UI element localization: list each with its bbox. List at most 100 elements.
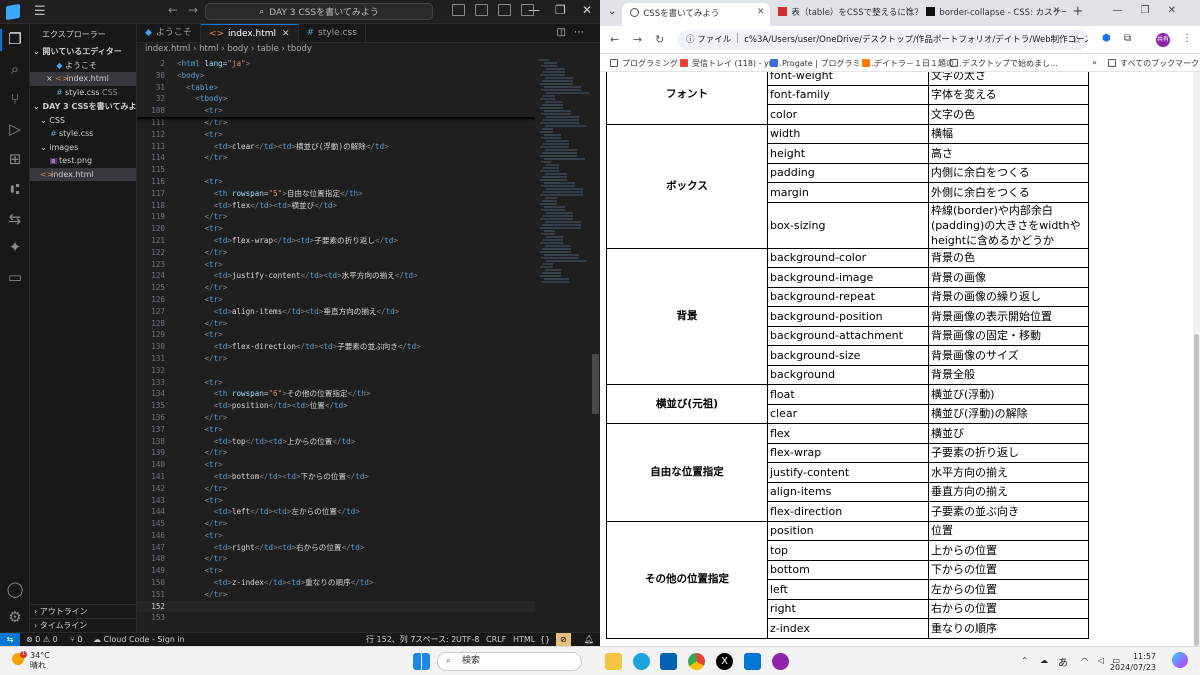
settings-gear-icon[interactable]: ⚙ — [6, 608, 24, 626]
code-line[interactable]: 130 <td>flex-direction</td><td>子要素の並ぶ向き<… — [137, 341, 535, 353]
extensions-puzzle-icon[interactable]: ⧉ — [1124, 33, 1131, 44]
indentation[interactable]: スペース: 2 — [415, 633, 456, 646]
forward-icon[interactable]: → — [633, 33, 642, 46]
weather-widget[interactable]: 1 34°C 晴れ — [12, 651, 50, 671]
store-icon[interactable] — [660, 653, 677, 670]
tab-css-page[interactable]: CSSを書いてみよう ✕ — [622, 3, 771, 26]
window-controls[interactable]: —❐✕ — [1113, 5, 1194, 16]
address-bar[interactable]: ⓘ ファイル c%3A/Users/user/OneDrive/デスクトップ/作品… — [678, 30, 1088, 50]
copilot-icon[interactable] — [1172, 652, 1188, 668]
close-icon[interactable]: ✕ — [582, 3, 592, 17]
code-line[interactable]: 134 <th rowspan="6">その他の位置指定</th> — [137, 388, 535, 400]
file-explorer-icon[interactable] — [605, 653, 622, 670]
remote-explorer-icon[interactable]: ⇆ — [6, 210, 24, 228]
code-line[interactable]: 119 </tr> — [137, 211, 535, 223]
code-line[interactable]: 112 <tr> — [137, 129, 535, 141]
breadcrumb-item[interactable]: table — [257, 44, 279, 54]
all-bookmarks[interactable]: すべてのブックマーク — [1108, 58, 1199, 69]
open-editor-item[interactable]: # style.css CSS — [30, 86, 136, 100]
minimize-icon[interactable]: — — [528, 3, 540, 17]
command-center-search[interactable]: ⌕ DAY 3 CSSを書いてみよう — [205, 3, 433, 20]
code-line[interactable]: 147 <td>right</td><td>右からの位置</td> — [137, 542, 535, 554]
hamburger-icon[interactable]: ☰ — [34, 4, 46, 19]
close-icon[interactable]: ✕ — [905, 6, 913, 16]
code-line[interactable]: 145 </tr> — [137, 518, 535, 530]
cursor-position[interactable]: 行 152、列 7 — [366, 633, 415, 646]
code-line[interactable]: 132 — [137, 365, 535, 377]
braces-icon[interactable]: {} — [540, 633, 550, 646]
new-tab-icon[interactable]: + — [1066, 0, 1089, 26]
code-line[interactable]: 116 <tr> — [137, 176, 535, 188]
code-line[interactable]: 140 <tr> — [137, 459, 535, 471]
tab-index-html[interactable]: <> index.html ✕ — [200, 24, 299, 43]
tab-search-icon[interactable]: ⌄ — [600, 0, 622, 26]
git-graph-icon[interactable]: ⑆ — [6, 180, 24, 198]
workspace-folder[interactable]: ⌄ DAY 3 CSSを書いてみよう — [30, 100, 136, 114]
extensions-icon[interactable]: ⊞ — [6, 150, 24, 168]
code-line[interactable]: 118 <td>flex</td><td>横並び</td> — [137, 200, 535, 212]
search-icon[interactable]: ⌕ — [6, 60, 24, 78]
code-line[interactable]: 146 <tr> — [137, 530, 535, 542]
bookmark-item[interactable]: デスクトップで始めまし... — [950, 58, 1058, 69]
code-line[interactable]: 149 <tr> — [137, 565, 535, 577]
encoding[interactable]: UTF-8 — [456, 633, 479, 646]
close-icon[interactable]: ✕ — [282, 29, 290, 39]
close-icon[interactable]: ✕ — [1053, 6, 1061, 16]
back-icon[interactable]: ← — [610, 33, 619, 46]
toggle-panel-icon[interactable] — [475, 4, 488, 16]
tree-file[interactable]: ▣ test.png — [30, 154, 136, 168]
code-line[interactable]: 31 <table> — [137, 82, 535, 94]
bookmark-star-icon[interactable]: ☆ — [1072, 30, 1082, 50]
breadcrumb-item[interactable]: index.html — [145, 44, 190, 54]
start-windows-icon[interactable] — [413, 653, 430, 670]
outline-section[interactable]: › アウトライン — [30, 604, 137, 617]
code-line[interactable]: 113 <td>clear</td><td>横並び(浮動)の解除</td> — [137, 141, 535, 153]
code-line[interactable]: 120 <tr> — [137, 223, 535, 235]
wifi-icon[interactable]: ◠ — [1081, 656, 1088, 665]
minimap[interactable] — [539, 58, 589, 288]
onedrive-icon[interactable]: ☁ — [1040, 656, 1048, 665]
tab-mdn[interactable]: border-collapse - CSS: カスケー ✕ — [918, 0, 1066, 26]
chrome-icon[interactable] — [688, 653, 705, 670]
tab-table-article[interactable]: 表（table）をCSSで整えるには？ ✕ — [770, 0, 918, 26]
remote-indicator-icon[interactable]: ⇆ — [0, 633, 20, 647]
code-line[interactable]: 131 </tr> — [137, 353, 535, 365]
code-line[interactable]: 111 </tr> — [137, 117, 535, 129]
code-line[interactable]: 142 </tr> — [137, 483, 535, 495]
tree-file[interactable]: # style.css — [30, 127, 136, 141]
bookmark-item[interactable]: デイトラ－１日１題の... — [862, 58, 962, 69]
code-line[interactable]: 138 <td>top</td><td>上からの位置</td> — [137, 436, 535, 448]
x-twitter-icon[interactable]: X — [716, 653, 733, 670]
code-line[interactable]: 144 <td>left</td><td>左からの位置</td> — [137, 506, 535, 518]
ime-indicator[interactable]: あ — [1058, 654, 1068, 669]
code-line[interactable]: 139 </tr> — [137, 447, 535, 459]
chat-icon[interactable]: ▭ — [6, 268, 24, 286]
code-line[interactable]: 148 </tr> — [137, 553, 535, 565]
tray-overflow-icon[interactable]: ⌃ — [1021, 656, 1028, 665]
cloud-code-status[interactable]: ☁ Cloud Code - Sign in — [93, 633, 185, 646]
code-line[interactable]: 153 — [137, 612, 535, 624]
scroll-thumb[interactable] — [1194, 334, 1199, 646]
split-editor-icon[interactable]: ◫ — [557, 27, 574, 38]
account-icon[interactable]: ◯ — [6, 580, 24, 598]
code-line[interactable]: 30 <body> — [137, 70, 535, 82]
copilot-sparkle-icon[interactable]: ✦ — [6, 238, 24, 256]
problems-status[interactable]: ⊗ 0 ⚠ 0 — [26, 633, 58, 646]
code-line[interactable]: 129 <tr> — [137, 329, 535, 341]
code-editor[interactable]: 111 </tr> 112 <tr> 113 <td>clear</td><td>横… — [137, 58, 535, 632]
code-line[interactable]: 135 <td>position</td><td>位置</td> — [137, 400, 535, 412]
code-line[interactable]: 127 <td>align-items</td><td>垂直方向の揃え</td> — [137, 306, 535, 318]
open-editor-item-active[interactable]: × <>index.html — [30, 72, 136, 86]
open-editor-item[interactable]: ◆ ようこそ — [30, 59, 136, 73]
volume-icon[interactable]: ◁ — [1098, 656, 1104, 665]
code-line[interactable]: 128 </tr> — [137, 318, 535, 330]
vscode-taskbar-icon[interactable] — [744, 653, 761, 670]
code-line[interactable]: 137 <tr> — [137, 424, 535, 436]
code-line[interactable]: 136 </tr> — [137, 412, 535, 424]
profile-avatar[interactable]: 共有 — [1156, 33, 1170, 47]
explorer-icon[interactable]: ❐ — [6, 30, 24, 48]
more-actions-icon[interactable]: ⋯ — [574, 27, 592, 38]
language-mode[interactable]: HTML — [513, 633, 535, 646]
code-line[interactable]: 150 <td>z-index</td><td>重なりの順序</td> — [137, 577, 535, 589]
breadcrumb-item[interactable]: html — [199, 44, 218, 54]
